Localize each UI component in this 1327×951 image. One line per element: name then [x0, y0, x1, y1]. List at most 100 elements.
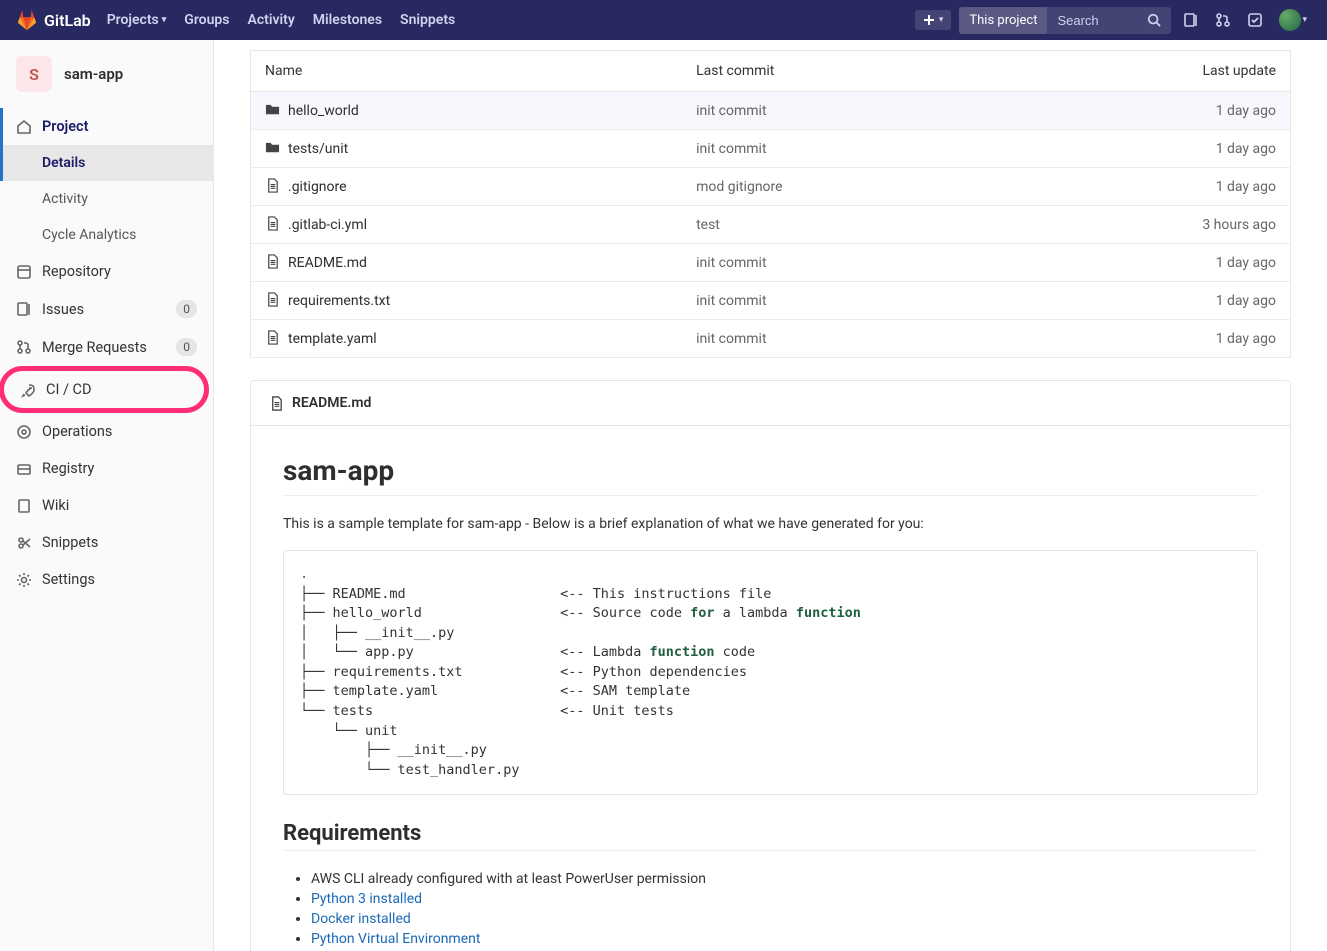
scissors-icon: [16, 535, 32, 551]
merge-request-icon: [1215, 12, 1231, 28]
col-last-commit[interactable]: Last commit: [682, 51, 1004, 92]
search-scope-button[interactable]: This project: [959, 7, 1047, 34]
table-row[interactable]: template.yamlinit commit1 day ago: [251, 320, 1291, 358]
last-commit: init commit: [682, 244, 1004, 282]
sidebar-item-label: Snippets: [42, 534, 98, 551]
primary-nav: Projects▾ Groups Activity Milestones Sni…: [107, 12, 456, 28]
book-icon: [1183, 12, 1199, 28]
nav-groups[interactable]: Groups: [184, 12, 229, 28]
project-avatar: S: [16, 56, 52, 92]
user-menu[interactable]: ▾: [1275, 5, 1311, 35]
brand[interactable]: GitLab: [16, 9, 91, 31]
last-commit: test: [682, 206, 1004, 244]
nav-activity[interactable]: Activity: [247, 12, 294, 28]
sidebar-item-snippets[interactable]: Snippets: [0, 524, 213, 561]
table-row[interactable]: tests/unitinit commit1 day ago: [251, 130, 1291, 168]
repository-icon: [16, 264, 32, 280]
registry-icon: [16, 461, 32, 477]
sidebar-sub-cycle-analytics[interactable]: Cycle Analytics: [0, 217, 213, 253]
last-update: 1 day ago: [1004, 92, 1291, 130]
nav-snippets[interactable]: Snippets: [400, 12, 455, 28]
file-icon: [265, 179, 280, 195]
table-row[interactable]: hello_world init commit1 day ago: [251, 92, 1291, 130]
requirement-link[interactable]: Python 3 installed: [311, 891, 422, 907]
merge-requests-link[interactable]: [1211, 8, 1235, 32]
last-commit: init commit: [682, 92, 1004, 130]
sidebar-item-cicd[interactable]: CI / CD: [4, 371, 204, 408]
sidebar-item-registry[interactable]: Registry: [0, 450, 213, 487]
readme-intro: This is a sample template for sam-app - …: [283, 516, 1258, 532]
table-row[interactable]: .gitignoremod gitignore1 day ago: [251, 168, 1291, 206]
operations-icon: [16, 424, 32, 440]
requirement-link[interactable]: Python Virtual Environment: [311, 931, 480, 947]
file-name: template.yaml: [288, 331, 377, 347]
file-name: tests/unit: [288, 141, 348, 157]
sidebar-item-label: Registry: [42, 460, 94, 477]
sidebar-item-wiki[interactable]: Wiki: [0, 487, 213, 524]
col-last-update[interactable]: Last update: [1004, 51, 1291, 92]
issues-icon: [16, 301, 32, 317]
file-name: hello_world: [288, 103, 359, 119]
readme-title: sam-app: [283, 454, 1258, 487]
brand-text: GitLab: [44, 11, 91, 30]
sidebar-item-repository[interactable]: Repository: [0, 253, 213, 290]
chevron-down-icon: ▾: [1302, 15, 1307, 25]
readme-body: sam-app This is a sample template for sa…: [251, 426, 1290, 951]
merge-request-icon: [16, 339, 32, 355]
gear-icon: [16, 572, 32, 588]
list-item: Docker installed: [311, 911, 1258, 927]
top-nav: GitLab Projects▾ Groups Activity Milesto…: [0, 0, 1327, 40]
sidebar-item-label: CI / CD: [46, 381, 92, 398]
col-name[interactable]: Name: [251, 51, 683, 92]
table-row[interactable]: requirements.txtinit commit1 day ago: [251, 282, 1291, 320]
last-update: 1 day ago: [1004, 320, 1291, 358]
readme-tree: . ├── README.md <-- This instructions fi…: [283, 550, 1258, 795]
search-icon: [1147, 13, 1161, 27]
sidebar-item-label: Project: [42, 118, 88, 135]
readme-panel: README.md sam-app This is a sample templ…: [250, 380, 1291, 951]
search-box: This project: [959, 7, 1171, 34]
mr-count-badge: 0: [176, 338, 197, 356]
chevron-down-icon: ▾: [939, 15, 944, 25]
list-item: AWS CLI already configured with at least…: [311, 871, 1258, 887]
project-header[interactable]: S sam-app: [0, 40, 213, 108]
search-input[interactable]: [1047, 7, 1137, 34]
cicd-highlight: CI / CD: [0, 366, 209, 413]
last-update: 1 day ago: [1004, 244, 1291, 282]
sidebar-item-settings[interactable]: Settings: [0, 561, 213, 598]
list-item: Python Virtual Environment: [311, 931, 1258, 947]
new-dropdown-button[interactable]: ▾: [915, 10, 952, 30]
requirement-link[interactable]: Docker installed: [311, 911, 411, 927]
table-row[interactable]: .gitlab-ci.ymltest3 hours ago: [251, 206, 1291, 244]
todo-icon: [1247, 12, 1263, 28]
issues-count-badge: 0: [176, 300, 197, 318]
last-update: 1 day ago: [1004, 168, 1291, 206]
readme-header: README.md: [251, 381, 1290, 426]
sidebar-item-label: Operations: [42, 423, 112, 440]
last-commit: init commit: [682, 130, 1004, 168]
file-name: .gitignore: [288, 179, 347, 195]
readme-requirements-heading: Requirements: [283, 821, 1258, 846]
file-icon: [269, 396, 284, 411]
last-commit: init commit: [682, 282, 1004, 320]
table-row[interactable]: README.md init commit1 day ago: [251, 244, 1291, 282]
folder-icon: [265, 103, 280, 119]
issues-link[interactable]: [1179, 8, 1203, 32]
search-button[interactable]: [1137, 7, 1171, 33]
nav-milestones[interactable]: Milestones: [313, 12, 382, 28]
sidebar-item-label: Merge Requests: [42, 339, 147, 356]
sidebar-sub-details[interactable]: Details: [0, 145, 213, 181]
book-icon: [16, 498, 32, 514]
folder-icon: [265, 141, 280, 157]
sidebar-item-merge-requests[interactable]: Merge Requests 0: [0, 328, 213, 366]
last-update: 3 hours ago: [1004, 206, 1291, 244]
todos-link[interactable]: [1243, 8, 1267, 32]
sidebar-item-project[interactable]: Project: [0, 108, 213, 145]
sidebar-sub-activity[interactable]: Activity: [0, 181, 213, 217]
nav-projects[interactable]: Projects▾: [107, 12, 167, 28]
nav-right: ▾ This project ▾: [915, 5, 1311, 35]
sidebar-item-operations[interactable]: Operations: [0, 413, 213, 450]
file-name: README.md: [288, 255, 367, 271]
sidebar-item-label: Repository: [42, 263, 111, 280]
sidebar-item-issues[interactable]: Issues 0: [0, 290, 213, 328]
